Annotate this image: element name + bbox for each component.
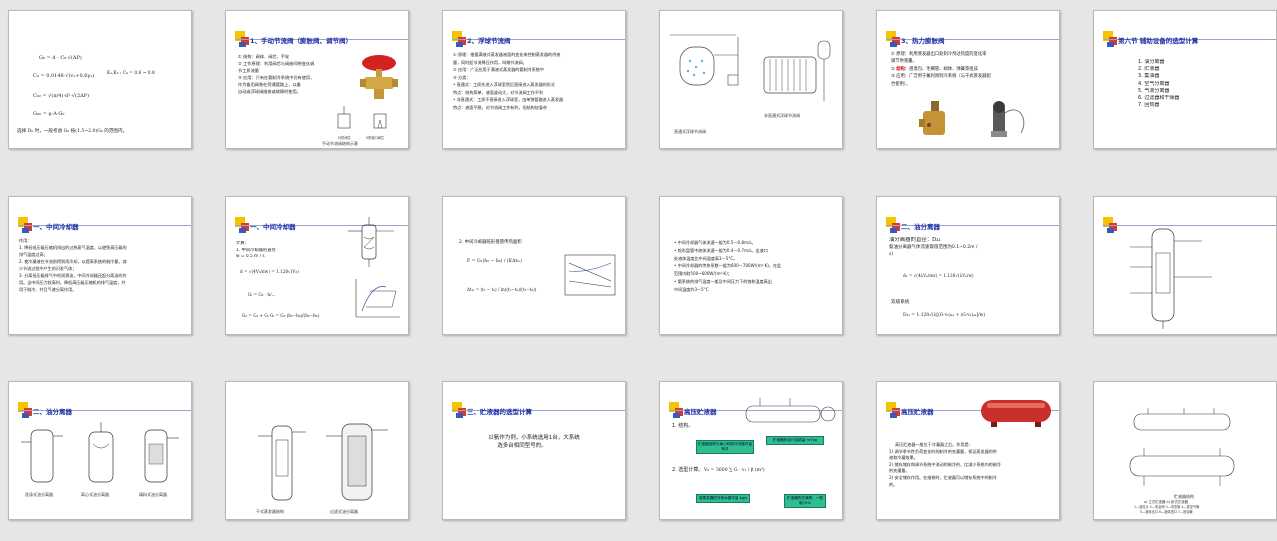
float-valve-diagram-1 [670,34,739,86]
ph-diagram [355,279,400,318]
oil-separator-diagram [1130,228,1212,329]
slide-title: 二、油分离器 [901,223,940,231]
slide-title: 三、贮液器的选型计算 [467,408,532,416]
slide-title: 高压贮液器 [901,408,934,416]
receiver-photo [981,400,1051,427]
slide-thumbnail-15[interactable]: 三、贮液器的选型计算 以氨作为例，小系统选用1台，大系统 选多台相同型号的。 [442,381,626,520]
receiver-structure-drawing [1129,408,1235,486]
formula-4: C₀₂ = √(π/4)·d²·√(2ΔP) [33,93,90,99]
decoration [669,402,842,418]
caption-1: 直通式浮球节流阀 [674,129,706,134]
formula-2: D₂₂ = 1.128√(λ[(G·v₂)ₐₐ + (G·v₂)ₐₐ]/w) [903,313,986,318]
decoration [1103,31,1276,47]
slide-title: 二、油分离器 [33,408,72,416]
slide-thumbnail-7[interactable]: 一、中间冷却器 作用： 1. 降低低压级压缩机排出的过热蒸气温度，以避免高压级的 … [8,196,192,335]
receiver-drawing [745,398,836,423]
valve-photo [360,55,398,99]
slide-body: ① 结构：阀体、阀芯、手轮 ② 工作原理：利用阀芯与阀座间隙变化调 节工质流量 ③ … [238,54,315,94]
caption-1: 洗涤式油分离器 [25,492,53,497]
formula-1: G₀ = d · C₀·√(ΔP) [39,55,82,61]
annotation-box-3: 各蒸发器的冷却水循环量 kg/s [696,494,750,503]
decoration [886,31,1059,47]
slide-thumbnail-17[interactable]: 高压贮液器 高压贮液器一般位于冷凝器之后。作用是： 1) 调节季节性负荷变化时的制… [876,381,1060,520]
slide-thumbnail-16[interactable]: 高压贮液器 1. 结构。 2. 选型计算。 V₀ = 3600 ∑ G · v₁… [659,381,843,520]
formula-3: G₂ = G₁ + Gᵢ Gᵢ = G₁·(h₅−h₆)/(h₃−h₆) [242,313,320,318]
filter-separator-diagram-1 [258,425,306,501]
decoration [1103,217,1276,233]
valve-diagram [337,106,387,129]
decoration [886,217,1059,233]
formula-5: G₀₀ = μ·A·G₀ [33,111,65,117]
slide-thumbnail-1[interactable]: G₀ = d · C₀·√(ΔP) C₀ = 0.0148·√(v₁+0.6γ₂… [8,10,192,149]
caption-2: 过滤式油分离器 [330,509,358,514]
slide-body: 油分离器的直径：D₂₂ 氨油分离器气体流速取值范围为0.1~0.2m / s) [889,237,978,257]
caption-3: 填料式油分离器 [139,492,167,497]
formula-2: Δtₘ = (t₁ − t₂) / ln((t₁−t₀)/(t₂−t₀)) [467,287,537,292]
slide-thumbnail-6[interactable]: 第六节 辅助设备的选型计算 1. 油分离器 2. 贮液器 3. 集油器 4. 空气分离… [1093,10,1277,149]
slide-thumbnail-12[interactable] [1093,196,1277,335]
slide-heading: 2. 中间冷却器蛇形盘管传热面积 [459,240,522,245]
formula-2: C₀ = 0.0148·√(v₁+0.6γ₂) [33,73,95,79]
slide-thumbnail-14[interactable]: 干式蒸发器结构 过滤式油分离器 [225,381,409,520]
decoration [235,31,408,47]
slide-body: 计算： 1. 中间冷却器的直径 w = 0.5 m / s [236,241,276,259]
sub-caption-2: V形缺口阀芯 [366,136,385,140]
slide-title: 一、中间冷却器 [250,223,296,231]
slide-body: 1. 油分离器 2. 贮液器 3. 集油器 4. 空气分离器 5. 气液分离器 6. 过滤… [1138,59,1180,109]
slide-thumbnail-13[interactable]: 二、油分离器 洗涤式油分离器 离心式油分离器 填料式油分离器 [8,381,192,520]
oil-separator-types [21,422,179,483]
slide-thumbnail-3[interactable]: 2、浮球节流阀 ① 原理：根据满液式蒸发器液面的变化来控制蒸发器的供液 量，同时… [442,10,626,149]
decoration [886,402,1059,418]
decoration [452,31,625,47]
filter-separator-diagram-2 [326,423,388,501]
temperature-diagram [564,254,616,296]
slide-thumbnail-11[interactable]: 二、油分离器 油分离器的直径：D₂₂ 氨油分离器气体流速取值范围为0.1~0.2m… [876,196,1060,335]
slide-thumbnail-9[interactable]: 2. 中间冷却器蛇形盘管传热面积 F = G₁(h₅ − h₆) / (KΔtₘ… [442,196,626,335]
formula-2: Gᵢ = G₂ · h/... [248,292,276,297]
slide-thumbnail-18[interactable]: 贮液器结构 a) 立式贮液器 b) 卧式贮液器 1—液位计 2—安全阀 3—均压… [1093,381,1277,520]
slide-body: 作用： 1. 降低低压级压缩机排出的过热蒸气温度，以避免高压级的 排气温度过高； 2… [19,238,127,292]
slide-body: 以氨作为例，小系统选用1台，大系统 选多台相同型号的。 [488,435,580,449]
label: 双级系统 [891,300,910,305]
slide-title: 1、手动节流阀（膨胀阀、调节阀） [250,37,353,45]
sub-caption-1: 针形阀芯 [338,136,351,140]
slide-title: 2、浮球节流阀 [467,37,511,45]
slide-body: ① 原理：根据满液式蒸发器液面的变化来控制蒸发器的供液 量，同时起节流降压作用，… [453,52,564,110]
formula-1: d₂ = √(4λVₐ/πw) = 1.128√(λVₐ/w) [903,273,974,278]
slide-thumbnail-8[interactable]: 一、中间冷却器 计算： 1. 中间冷却器的直径 w = 0.5 m / s d =… [225,196,409,335]
caption-1: 干式蒸发器结构 [256,509,284,514]
formula-1: d = √(4V₃/πw) = 1.128√(V₃) [240,269,299,274]
caption-2: 离心式油分离器 [81,492,109,497]
float-valve-diagram-2 [763,40,831,101]
slide-thumbnail-2[interactable]: 1、手动节流阀（膨胀阀、调节阀） ① 结构：阀体、阀芯、手轮 ② 工作原理：利用阀… [225,10,409,149]
slide-body: 高压贮液器一般位于冷凝器之后。作用是： 1) 调节季节性负荷变化时的制冷剂充灌量，… [889,442,1001,487]
decoration [18,217,191,233]
caption-3: 5—液体出口 6—液体进口 7—放油管 [1140,510,1193,514]
slide-title: 第六节 辅助设备的选型计算 [1118,37,1199,45]
caption-2: 非直通式浮球节流阀 [764,113,800,118]
slide-title: 3、热力膨胀阀 [901,37,945,45]
intercooler-diagram [348,217,394,267]
formula: V₀ = 3600 ∑ G · v₁ / β (m³) [704,468,765,473]
formula-3: K₁,K₂ : C₀ = 0.6 ~ 0.8 [107,71,155,76]
annotation-box-4: 贮液器的充满率，一般取70% [784,494,826,508]
slide-caption: 手动节流阀结构示意 [322,141,358,146]
annotation-box-2: 贮液器的设计容纳量 m³/kg [766,436,824,445]
decoration [18,402,191,418]
decoration [235,217,408,233]
decoration [452,402,625,418]
slide-note: 选择 D₀ 时，一般考虑 G₀ 按(1.5~2.0)G₀ 的范围内。 [17,129,128,134]
slide-thumbnail-10[interactable]: • 中间冷却器气体流速一般为0.5—0.8m/s。 • 蛇形盘管中液体流速一般为0… [659,196,843,335]
slide-body: ① 原理：利用蒸发器出口处制冷剂过热度的变化来 调节供液量。 ② 结构：感温包、… [891,52,991,87]
formula-1: F = G₁(h₅ − h₆) / (KΔtₘ) [467,259,522,264]
slide-body: • 中间冷却器气体流速一般为0.5—0.8m/s。 • 蛇形盘管中液体流速一般为0… [674,240,782,292]
slide-title: 高压贮液器 [684,408,717,416]
slide-title: 一、中间冷却器 [33,223,79,231]
expansion-valve-photo [919,101,1025,137]
slide-thumbnail-4[interactable]: 直通式浮球节流阀 非直通式浮球节流阀 [659,10,843,149]
annotation-box-1: 贮液器容积与每小时制冷剂循环量有关 [696,440,754,454]
slide-thumbnail-5[interactable]: 3、热力膨胀阀 ① 原理：利用蒸发器出口处制冷剂过热度的变化来 调节供液量。 ②… [876,10,1060,149]
